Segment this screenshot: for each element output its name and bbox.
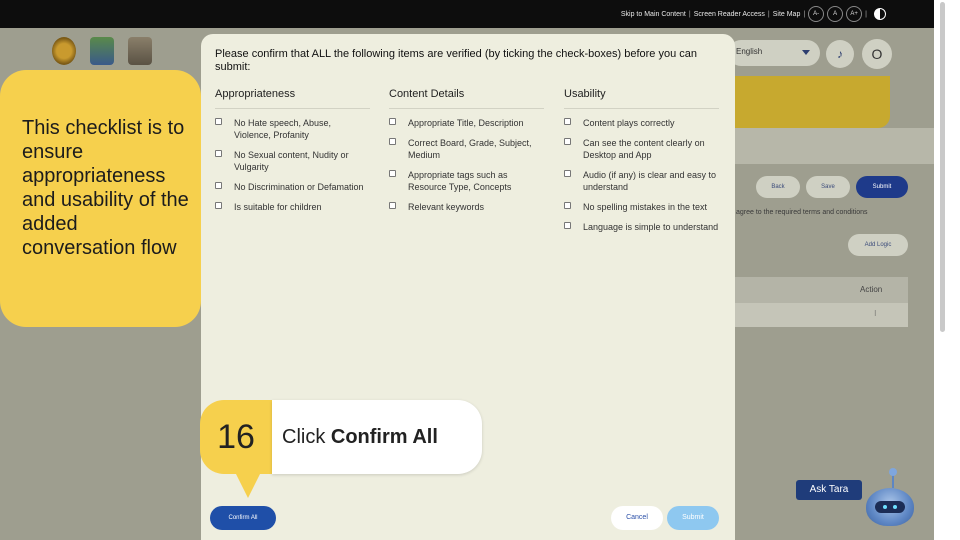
separator: |: [803, 10, 806, 18]
separator: |: [688, 10, 691, 18]
checklist-item[interactable]: No Discrimination or Defamation: [215, 181, 370, 193]
checklist-item-label: Language is simple to understand: [583, 222, 719, 232]
checkbox[interactable]: [215, 202, 222, 209]
checkbox[interactable]: [215, 182, 222, 189]
state-emblem-logo: [52, 37, 76, 65]
language-select-value: English: [736, 47, 763, 56]
ask-tara-button[interactable]: Ask Tara: [796, 480, 862, 500]
step-number: 16: [200, 400, 272, 474]
usability-column: Usability Content plays correctly Can se…: [564, 88, 719, 241]
terms-text: agree to the required terms and conditio…: [736, 209, 868, 216]
checklist-item-label: No Discrimination or Defamation: [234, 182, 364, 192]
row-action-menu-icon[interactable]: ⁝: [874, 309, 877, 318]
checkbox[interactable]: [389, 118, 396, 125]
content-details-column: Content Details Appropriate Title, Descr…: [389, 88, 544, 221]
step-prefix: Click: [282, 426, 331, 448]
page-submit-button[interactable]: Submit: [856, 176, 908, 198]
checklist-item[interactable]: Correct Board, Grade, Subject, Medium: [389, 137, 544, 161]
checkbox[interactable]: [215, 150, 222, 157]
tutorial-callout-text: This checklist is to ensure appropriaten…: [22, 117, 189, 259]
appropriateness-column: Appropriateness No Hate speech, Abuse, V…: [215, 88, 370, 221]
checklist-item-label: No Hate speech, Abuse, Violence, Profani…: [234, 118, 332, 140]
section-band: [700, 128, 934, 164]
checkbox[interactable]: [564, 202, 571, 209]
skip-to-main-content-link[interactable]: Skip to Main Content: [621, 11, 686, 18]
checkbox[interactable]: [389, 138, 396, 145]
add-logic-button[interactable]: Add Logic: [848, 234, 908, 256]
font-increase-button[interactable]: A+: [846, 6, 863, 22]
modal-submit-button[interactable]: Submit: [667, 506, 719, 530]
national-emblem-logo: [128, 37, 152, 65]
user-avatar[interactable]: O: [862, 39, 892, 69]
checklist-item[interactable]: Appropriate tags such as Resource Type, …: [389, 169, 544, 193]
checkbox[interactable]: [389, 170, 396, 177]
separator: |: [865, 10, 867, 18]
checklist-item-label: Content plays correctly: [583, 118, 675, 128]
checkbox[interactable]: [564, 222, 571, 229]
checklist-item-label: Is suitable for children: [234, 202, 322, 212]
checklist-item-label: Relevant keywords: [408, 202, 485, 212]
accessibility-links: Skip to Main Content | Screen Reader Acc…: [621, 6, 886, 22]
checklist-item-label: Appropriate tags such as Resource Type, …: [408, 170, 512, 192]
column-heading: Content Details: [389, 88, 544, 109]
diksha-logo: [90, 37, 114, 65]
confirm-all-button[interactable]: Confirm All: [210, 506, 276, 530]
checklist-item[interactable]: No Sexual content, Nudity or Vulgarity: [215, 149, 370, 173]
site-map-link[interactable]: Site Map: [773, 11, 801, 18]
checkbox[interactable]: [564, 118, 571, 125]
step-pointer-arrow: [236, 474, 260, 498]
checklist-item[interactable]: Is suitable for children: [215, 201, 370, 213]
cancel-button[interactable]: Cancel: [611, 506, 663, 530]
checkbox[interactable]: [389, 202, 396, 209]
back-button[interactable]: Back: [756, 176, 800, 198]
checklist-item[interactable]: Can see the content clearly on Desktop a…: [564, 137, 719, 161]
checklist-item[interactable]: Content plays correctly: [564, 117, 719, 129]
screen-reader-access-link[interactable]: Screen Reader Access: [694, 11, 765, 18]
checklist-item-label: Correct Board, Grade, Subject, Medium: [408, 138, 532, 160]
checklist-item[interactable]: Appropriate Title, Description: [389, 117, 544, 129]
header-logos: [52, 37, 152, 65]
tara-robot-icon[interactable]: [866, 468, 914, 526]
checklist-item-label: Audio (if any) is clear and easy to unde…: [583, 170, 717, 192]
step-action: Confirm All: [330, 426, 438, 448]
font-normal-button[interactable]: A: [827, 6, 844, 22]
dropdown-arrow-icon: [802, 50, 810, 55]
notification-bell-icon[interactable]: ♪: [826, 40, 854, 68]
checklist-item-label: No spelling mistakes in the text: [583, 202, 708, 212]
checklist-item[interactable]: No spelling mistakes in the text: [564, 201, 719, 213]
language-select[interactable]: English: [728, 40, 820, 66]
tutorial-callout: This checklist is to ensure appropriaten…: [0, 70, 201, 327]
tutorial-step: 16 Click Confirm All: [200, 400, 482, 474]
checkbox[interactable]: [564, 138, 571, 145]
checklist-item[interactable]: Relevant keywords: [389, 201, 544, 213]
top-accessibility-bar: Skip to Main Content | Screen Reader Acc…: [0, 0, 934, 28]
step-instruction: Click Confirm All: [272, 400, 482, 474]
font-decrease-button[interactable]: A-: [808, 6, 825, 22]
separator: |: [767, 10, 770, 18]
scrollbar-thumb[interactable]: [940, 2, 945, 332]
checklist-item[interactable]: Language is simple to understand: [564, 221, 719, 233]
checklist-item-label: Appropriate Title, Description: [408, 118, 524, 128]
column-heading: Appropriateness: [215, 88, 370, 109]
table-header-action: Action: [860, 285, 883, 294]
modal-title: Please confirm that ALL the following it…: [215, 48, 698, 73]
column-heading: Usability: [564, 88, 719, 109]
checkbox[interactable]: [564, 170, 571, 177]
checklist-item[interactable]: No Hate speech, Abuse, Violence, Profani…: [215, 117, 370, 141]
checklist-item-label: Can see the content clearly on Desktop a…: [583, 138, 705, 160]
save-button[interactable]: Save: [806, 176, 850, 198]
checklist-item-label: No Sexual content, Nudity or Vulgarity: [234, 150, 349, 172]
checklist-item[interactable]: Audio (if any) is clear and easy to unde…: [564, 169, 719, 193]
checkbox[interactable]: [215, 118, 222, 125]
contrast-toggle-icon[interactable]: [874, 8, 886, 20]
scrollbar-track: [934, 0, 960, 540]
